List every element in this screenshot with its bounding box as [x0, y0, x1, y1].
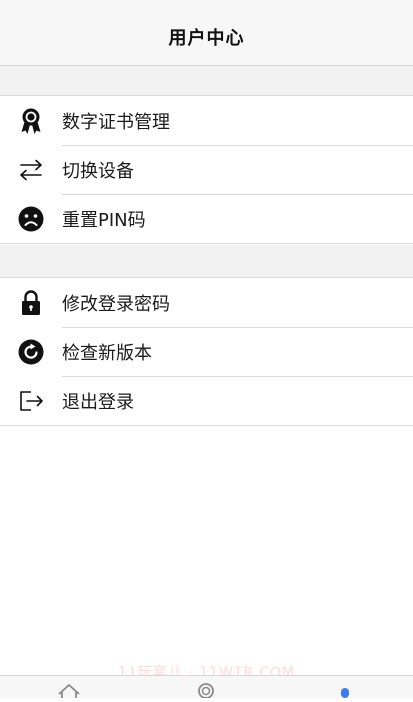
sad-face-icon — [17, 205, 45, 233]
lock-icon — [17, 289, 45, 317]
home-icon — [58, 684, 80, 698]
circle-icon — [198, 683, 214, 699]
tab-home[interactable] — [57, 682, 81, 702]
menu-item-logout[interactable]: 退出登录 — [0, 376, 413, 425]
menu-item-label: 数字证书管理 — [62, 111, 170, 133]
user-icon — [341, 688, 349, 698]
section-spacer — [0, 245, 413, 277]
settings-group-account: 修改登录密码 检查新版本 退出登录 — [0, 277, 413, 426]
menu-item-label: 切换设备 — [62, 160, 134, 182]
navigation-bar: 用户中心 — [0, 0, 413, 66]
menu-item-change-password[interactable]: 修改登录密码 — [0, 278, 413, 327]
menu-item-reset-pin[interactable]: 重置PIN码 — [0, 194, 413, 243]
page-title: 用户中心 — [168, 27, 245, 49]
logout-icon — [17, 387, 45, 415]
switch-arrows-icon — [17, 156, 45, 184]
menu-item-check-update[interactable]: 检查新版本 — [0, 327, 413, 376]
tab-discover[interactable] — [197, 682, 215, 702]
tab-user-center[interactable] — [338, 682, 352, 702]
menu-item-label: 修改登录密码 — [62, 293, 170, 315]
menu-item-certificate-management[interactable]: 数字证书管理 — [0, 96, 413, 145]
refresh-icon — [17, 338, 45, 366]
menu-item-label: 退出登录 — [62, 391, 134, 413]
section-spacer — [0, 66, 413, 95]
tab-bar — [0, 675, 413, 699]
menu-item-label: 检查新版本 — [62, 342, 152, 364]
menu-item-switch-device[interactable]: 切换设备 — [0, 145, 413, 194]
settings-group-certificates: 数字证书管理 切换设备 重置PIN码 — [0, 95, 413, 244]
certificate-icon — [17, 107, 45, 135]
menu-item-label: 重置PIN码 — [62, 209, 146, 231]
